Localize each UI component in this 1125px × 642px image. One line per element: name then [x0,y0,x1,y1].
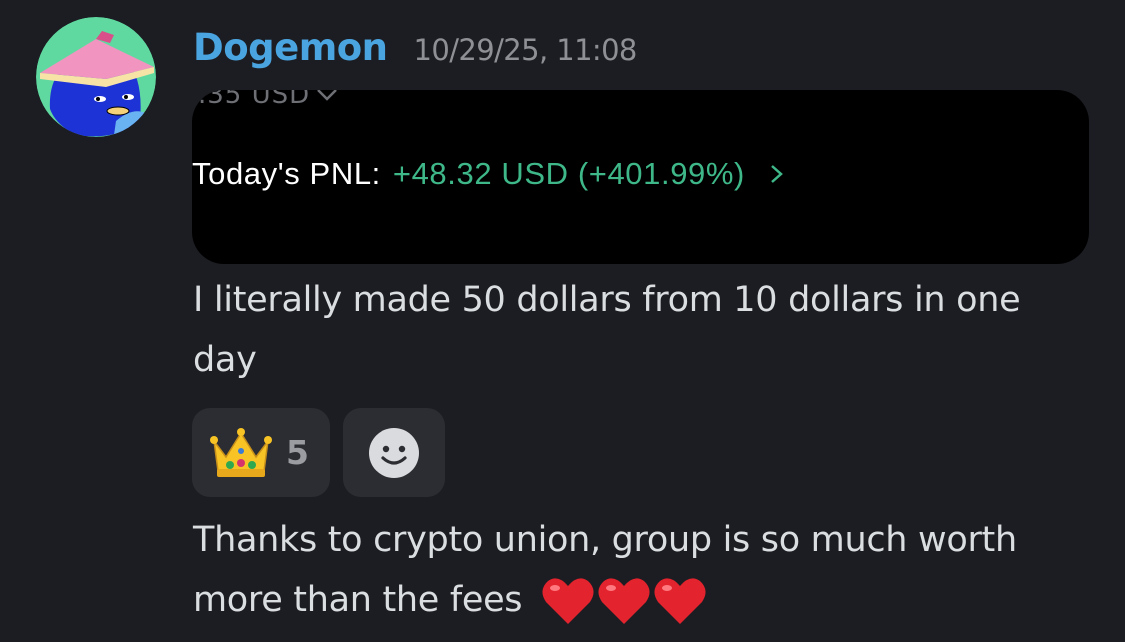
message-text: I literally made 50 dollars from 10 doll… [193,280,1021,380]
pnl-label: Today's PNL: [192,156,381,191]
reactions-bar: 5 [192,408,445,497]
reaction-crown[interactable]: 5 [192,408,330,497]
crown-emoji-icon [210,427,272,477]
pnl-value: +48.32 USD (+401.99%) [392,156,745,191]
smiley-icon [369,427,419,478]
avatar-image [36,17,156,137]
avatar[interactable] [36,17,156,137]
message-text-2: Thanks to crypto union, group is so much… [193,510,1093,630]
add-reaction-button[interactable] [343,408,445,497]
timestamp: 10/29/25, 11:08 [413,33,638,67]
heart-emoji-icon [654,578,706,624]
heart-emoji-icon [542,578,594,624]
hearts-group [541,576,707,626]
username[interactable]: Dogemon [193,26,388,69]
pnl-row: Today's PNL: +48.32 USD (+401.99%) [192,156,787,192]
heart-emoji-icon [598,578,650,624]
message-view: Dogemon 10/29/25, 11:08 .35 USD Today's … [0,0,1125,642]
reaction-count: 5 [286,433,309,472]
balance-fragment: .35 USD [198,90,311,110]
chevron-right-icon [771,165,783,183]
balance-row: .35 USD [198,90,338,110]
chevron-down-icon [317,90,338,101]
message-header: Dogemon 10/29/25, 11:08 [193,26,637,76]
